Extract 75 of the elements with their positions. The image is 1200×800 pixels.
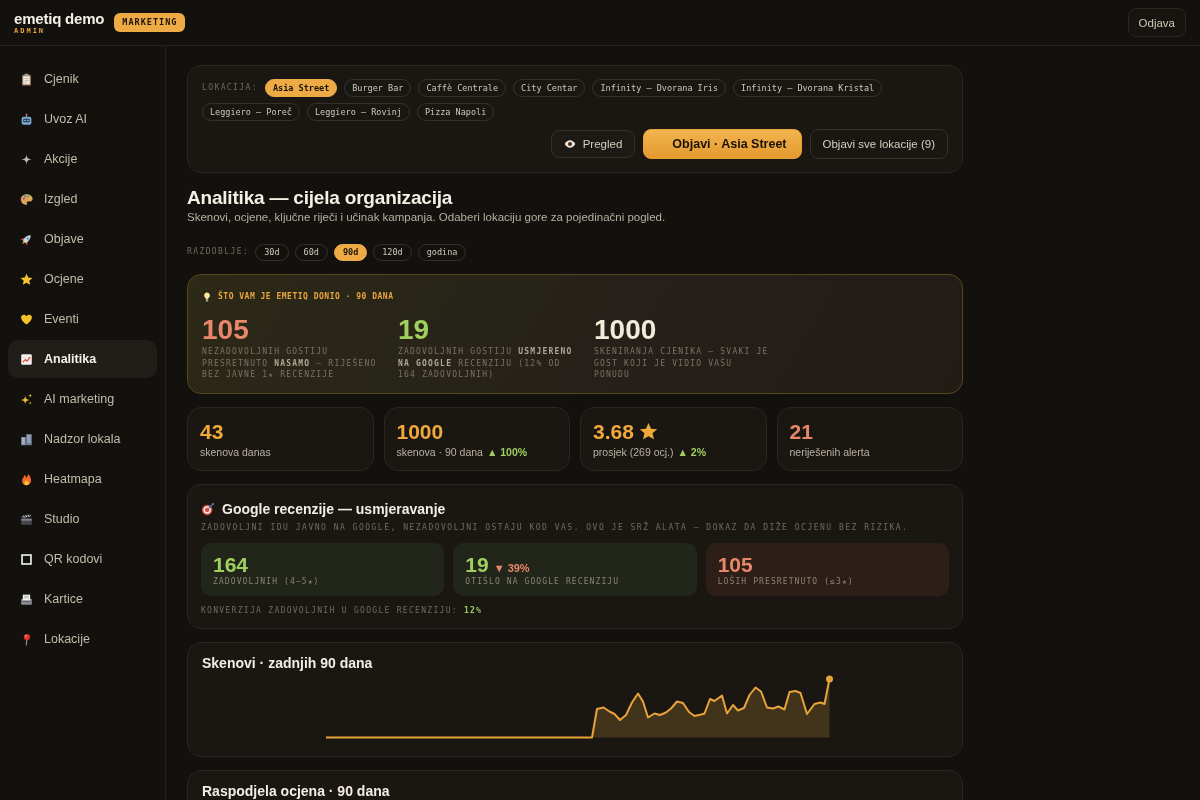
stat-value: 3.68 [593,419,634,444]
robot-icon [20,112,33,126]
sidebar-item[interactable]: Nadzor lokala [8,420,157,458]
preview-button[interactable]: Pregled [550,130,636,158]
palette-icon [20,192,33,206]
page-subtitle: Skenovi, ocjene, ključne riječi i učinak kampanja. Odaberi lokaciju gore za pojedinačni pogled. [187,210,667,225]
sidebar-item[interactable]: Analitika [8,340,157,378]
sidebar-item[interactable]: AI marketing [8,380,157,418]
publish-button[interactable]: Objavi · Asia Street [643,129,802,159]
section-note: ZADOVOLJNI IDU JAVNO NA GOOGLE, NEZADOVOLJNI OSTAJU KOD VAS. OVO JE SRŽ ALATA — DOKAZ DA DIŽE OCJENU BEZ RIZIKA. [201,521,910,533]
heart-icon [20,312,33,326]
sidebar-item[interactable]: Akcije [8,140,157,178]
result-label: ZADOVOLJNIH (4–5★) [213,576,321,587]
sidebar-item[interactable]: Eventi [8,300,157,338]
printer-icon [20,592,33,606]
section-title: Skenovi · zadnjih 90 dana [202,653,374,672]
sidebar-item[interactable]: Kartice [8,580,157,618]
sparkle-icon [21,153,32,165]
eye-icon [563,138,576,150]
buildings-icon [20,432,33,446]
target-icon [201,501,215,516]
highlight-description: ZADOVOLJNIH GOSTIJU USMJERENO NA GOOGLE RECENZIJU (12% OD 164 ZADOVOLJNIH) [398,346,574,381]
trend-delta: ▲ 100% [486,444,528,459]
result-label: LOŠIH PRESRETNUTO (≤3★) [717,576,855,587]
sparkles-icon [20,392,33,406]
trend-delta: ▼ 39% [493,560,530,575]
highlight-description: SKENIRANJA CJENIKA — SVAKI JE GOST KOJI JE VIDIO VAŠU PONUDU [594,346,770,381]
sidebar-item[interactable]: QR kodovi [8,540,157,578]
stat-value: 21 [789,419,813,444]
stat-label: skenova · 90 dana [396,444,483,459]
sidebar-item[interactable]: Studio [8,500,157,538]
highlight-value: 19 [398,315,430,345]
page-title: Analitika — cijela organizacija [187,186,454,209]
stat-label: skenova danas [200,444,271,459]
location-label: LOKACIJA: [202,82,258,94]
sidebar-item[interactable]: Heatmapa [8,460,157,498]
star-icon [20,272,33,286]
result-value: 19 [465,552,489,576]
role-badge: MARKETING [114,13,186,32]
fire-icon [20,472,33,486]
sidebar-item[interactable]: Lokacije [8,620,157,658]
sidebar-item[interactable]: Izgled [8,180,157,218]
stat-label: prosjek (269 ocj.) [593,444,674,459]
star-icon [638,422,658,441]
clipboard-icon [20,72,33,86]
light-bulb-icon [202,292,212,302]
section-title: Google recenzije — usmjeravanje [222,499,446,518]
highlight-title: ŠTO VAM JE EMETIQ DONIO · 90 DANA [218,291,394,303]
brand-name: emetiq demo [14,9,105,27]
sidebar-item[interactable]: Uvoz AI [8,100,157,138]
square-icon [20,552,33,566]
highlight-value: 105 [202,315,249,345]
highlight-value: 1000 [594,315,657,345]
result-label: OTIŠLO NA GOOGLE RECENZIJU [465,576,621,587]
conversion-value: 12% [463,605,483,616]
highlight-description: NEZADOVOLJNIH GOSTIJU PRESRETNUTO NASAMO — RIJEŠENO BEZ JAVNE 1★ RECENZIJE [202,346,378,381]
rocket-icon [20,232,33,246]
period-chip[interactable]: 90d [333,243,368,261]
sidebar-item[interactable]: Cjenik [8,60,157,98]
sidebar-item[interactable]: Ocjene [8,260,157,298]
clapperboard-icon [20,512,33,526]
section-title: Raspodjela ocjena · 90 dana [202,781,391,800]
result-value: 164 [213,552,249,577]
trend-delta: ▲ 2% [677,444,707,459]
result-value: 105 [717,552,753,576]
period-label: RAZDOBLJE: [187,246,250,258]
logout-button[interactable]: Odjava [1127,8,1186,37]
line-chart-icon [20,352,33,366]
sidebar-item[interactable]: Objave [8,220,157,258]
location-chip[interactable]: Asia Street [264,79,338,97]
conversion-label: KONVERZIJA ZADOVOLJNIH U GOOGLE RECENZIJU: [201,605,458,616]
stat-label: neriješenih alerta [789,444,870,459]
stat-value: 43 [200,419,224,444]
stat-value: 1000 [396,419,444,444]
publish-all-button[interactable]: Objavi sve lokacije (9) [809,129,948,159]
